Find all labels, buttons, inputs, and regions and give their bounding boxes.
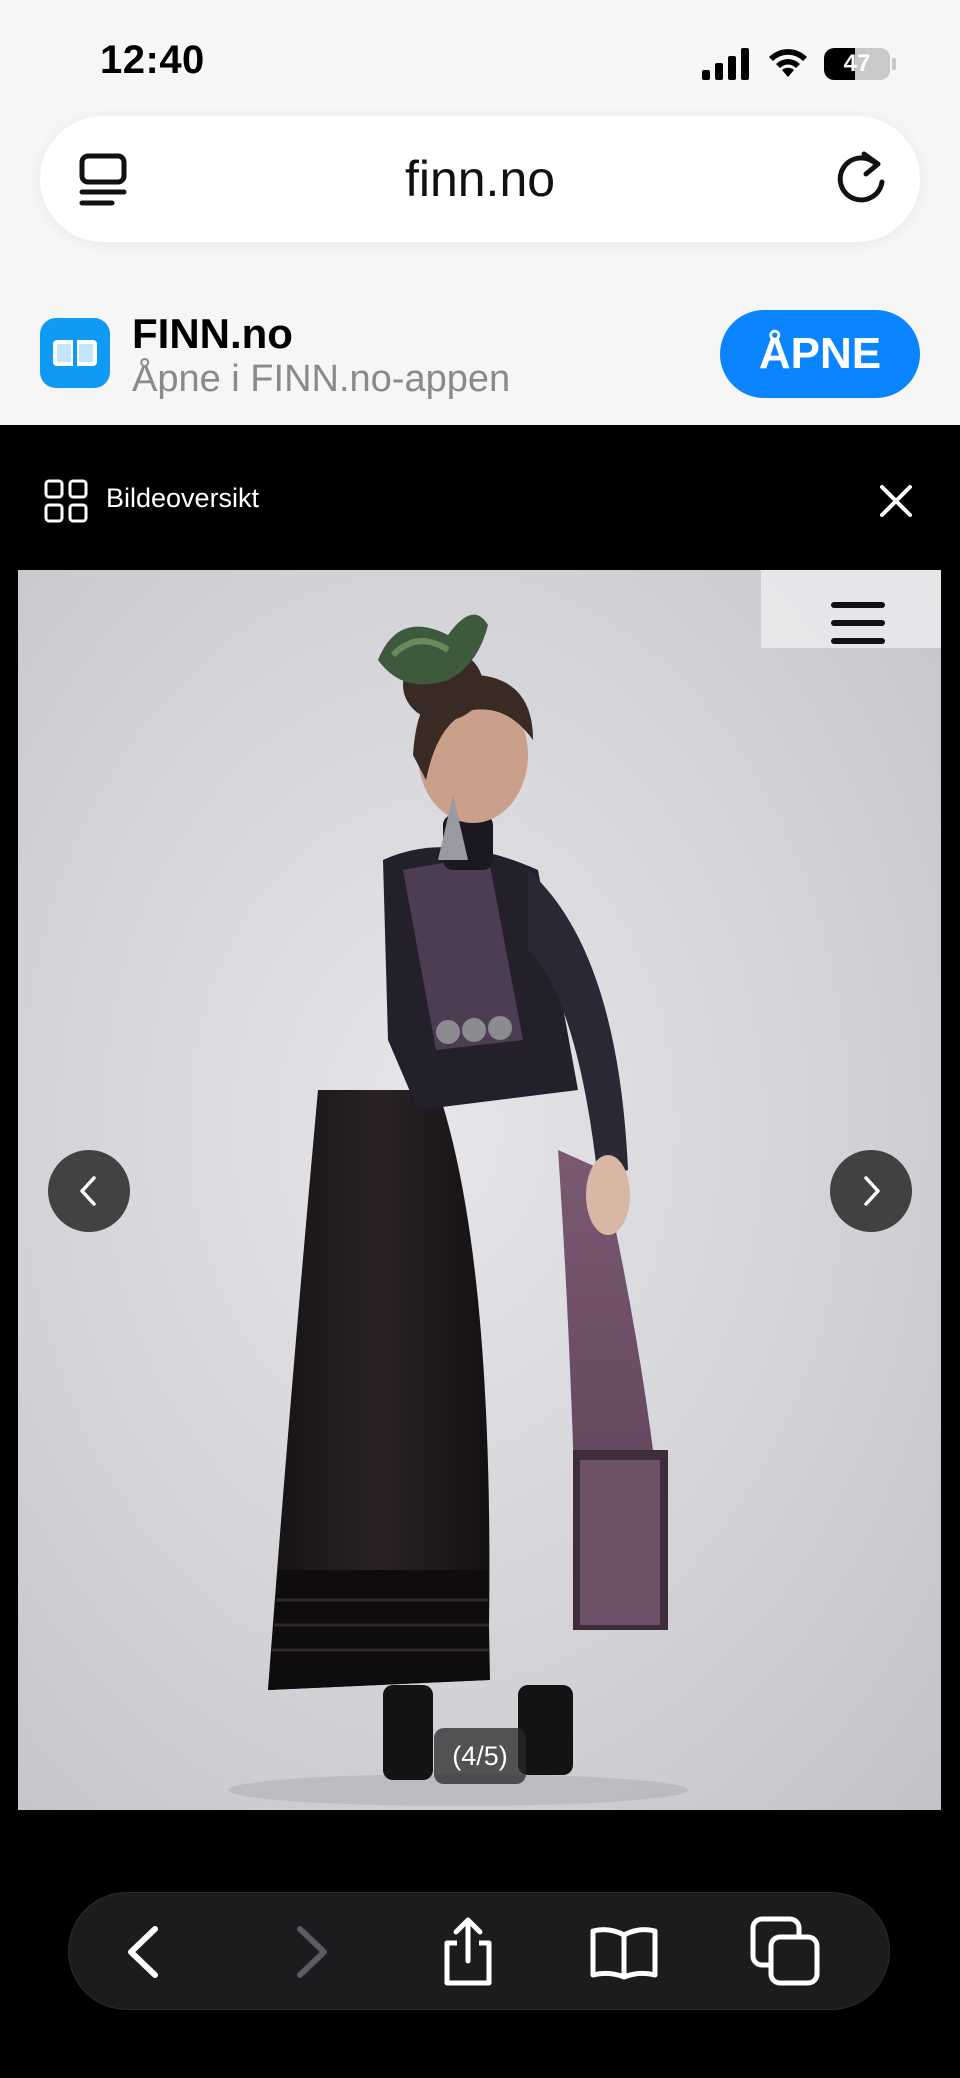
browser-chrome: 12:40 47 finn.no FINN.no Åpne i FINN.no-… — [0, 0, 960, 425]
bunad-photo — [228, 614, 688, 1806]
url-text[interactable]: finn.no — [40, 116, 920, 242]
tabs-icon[interactable] — [749, 1915, 823, 1989]
browser-toolbar — [68, 1892, 890, 2010]
smart-app-banner: FINN.no Åpne i FINN.no-appen ÅPNE — [0, 290, 960, 425]
battery-nub — [892, 58, 896, 70]
url-bar[interactable]: finn.no — [40, 116, 920, 242]
reload-icon[interactable] — [832, 150, 890, 208]
finn-app-icon — [40, 318, 110, 388]
bookmarks-icon[interactable] — [587, 1915, 661, 1989]
forward-icon[interactable] — [272, 1915, 346, 1989]
hamburger-menu-icon[interactable] — [829, 600, 887, 646]
close-icon[interactable] — [876, 481, 916, 521]
gallery-header: Bildeoversikt — [0, 425, 960, 570]
signal-icon — [702, 48, 749, 80]
status-icons: 47 — [702, 44, 896, 84]
battery-icon: 47 — [824, 48, 890, 80]
image-counter: (4/5) — [434, 1728, 526, 1784]
grid-icon[interactable] — [44, 479, 88, 523]
gallery-photo[interactable] — [18, 570, 941, 1810]
open-app-button[interactable]: ÅPNE — [720, 310, 920, 398]
app-subtitle: Åpne i FINN.no-appen — [132, 358, 511, 400]
back-icon[interactable] — [109, 1915, 183, 1989]
previous-image-button[interactable] — [48, 1150, 130, 1232]
chevron-right-icon — [864, 1176, 880, 1206]
chevron-left-icon — [80, 1176, 96, 1206]
app-name: FINN.no — [132, 310, 293, 357]
image-overview-link[interactable]: Bildeoversikt — [106, 483, 259, 514]
battery-level: 47 — [843, 50, 871, 77]
share-icon[interactable] — [431, 1915, 505, 1989]
next-image-button[interactable] — [830, 1150, 912, 1232]
wifi-icon — [769, 49, 807, 77]
status-time: 12:40 — [100, 38, 205, 82]
